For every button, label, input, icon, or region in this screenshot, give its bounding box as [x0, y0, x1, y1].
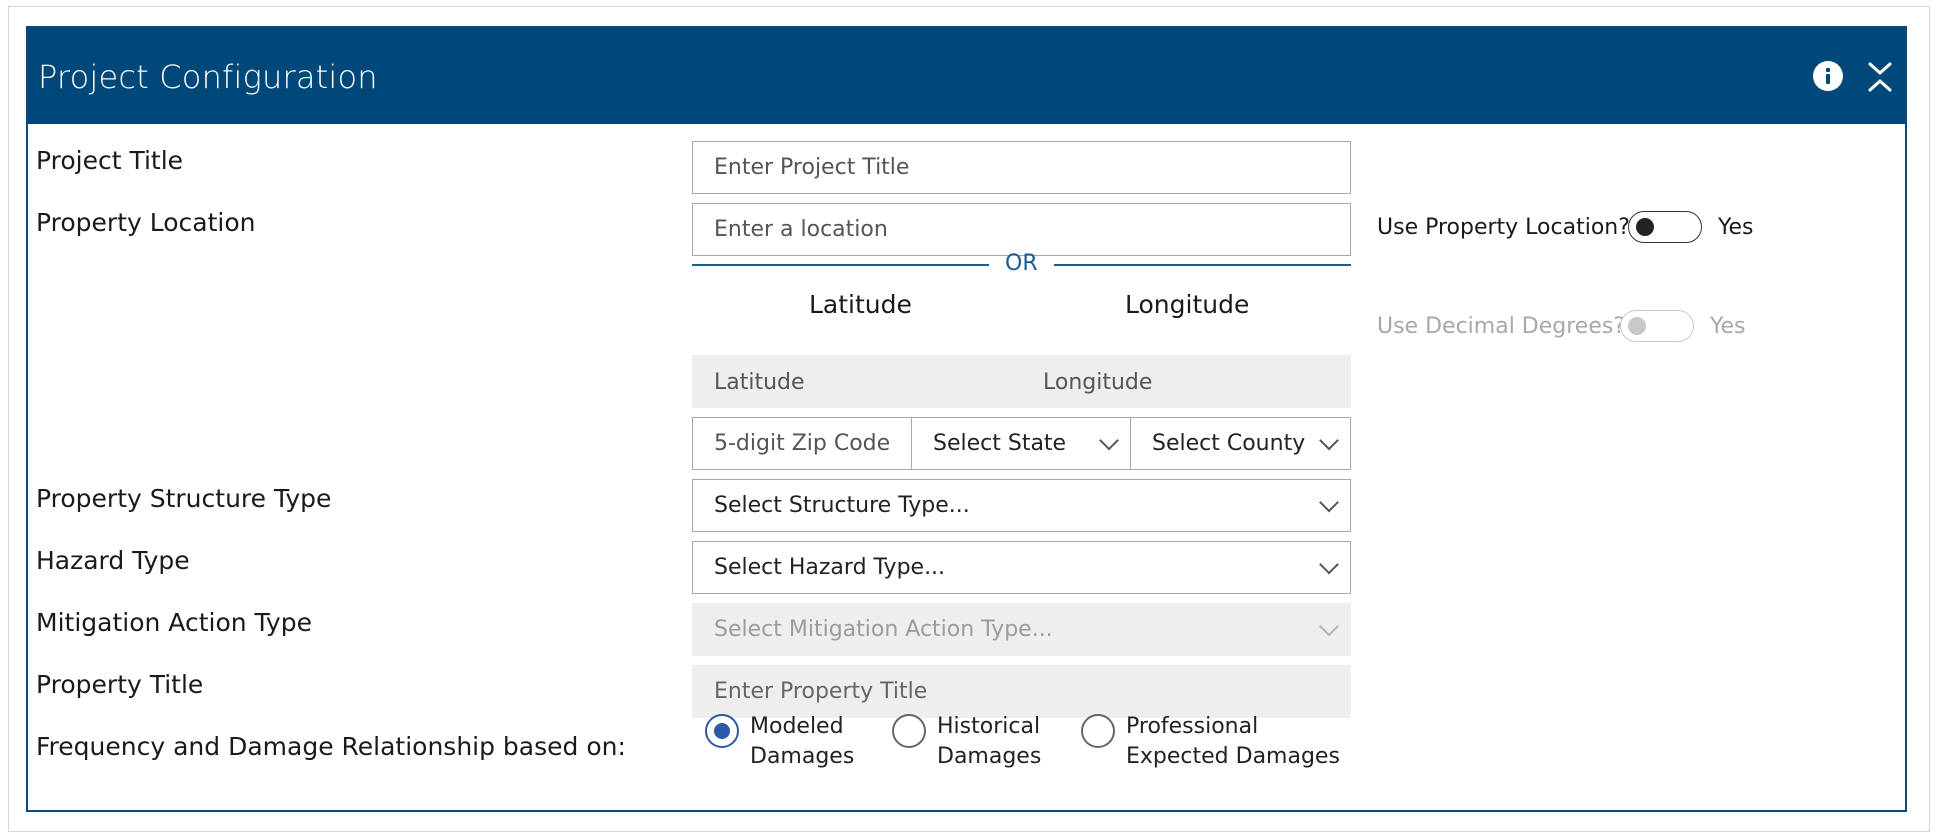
mitigation-action-type-value: Select Mitigation Action Type... [714, 617, 1053, 642]
property-location-input[interactable]: Enter a location [692, 203, 1351, 256]
structure-type-label: Property Structure Type [36, 484, 332, 513]
hazard-type-label: Hazard Type [36, 546, 190, 575]
coordinates-bar: Latitude Longitude [692, 355, 1351, 408]
radio-professional-expected-damages[interactable] [1081, 714, 1115, 748]
project-title-label: Project Title [36, 146, 184, 175]
toggle-knob [1636, 218, 1654, 236]
radio-professional-line1: Professional [1126, 714, 1259, 739]
radio-historical-line2: Damages [937, 744, 1042, 769]
radio-historical-damages-label[interactable]: Historical Damages [937, 712, 1041, 772]
state-select[interactable]: Select State [911, 417, 1131, 470]
chevron-down-icon [1319, 430, 1339, 450]
property-title-input[interactable]: Enter Property Title [692, 665, 1351, 718]
structure-type-select[interactable]: Select Structure Type... [692, 479, 1351, 532]
state-select-value: Select State [933, 431, 1067, 456]
county-select-value: Select County [1152, 431, 1306, 456]
or-divider-line-left [692, 264, 989, 266]
or-divider-line-right [1054, 264, 1351, 266]
use-property-location-label: Use Property Location? [1377, 215, 1630, 240]
use-decimal-degrees-toggle[interactable] [1620, 310, 1694, 342]
property-location-label: Property Location [36, 208, 256, 237]
hazard-type-select[interactable]: Select Hazard Type... [692, 541, 1351, 594]
dialog-header: Project Configuration [28, 28, 1905, 124]
dialog-title: Project Configuration [38, 58, 378, 96]
radio-historical-damages[interactable] [892, 714, 926, 748]
longitude-input[interactable]: Longitude [1043, 370, 1152, 395]
or-divider-text: OR [1005, 251, 1038, 276]
project-title-input[interactable]: Enter Project Title [692, 141, 1351, 194]
use-decimal-degrees-state: Yes [1710, 314, 1746, 339]
radio-historical-line1: Historical [937, 714, 1041, 739]
county-select[interactable]: Select County [1130, 417, 1351, 470]
latitude-input[interactable]: Latitude [714, 370, 805, 395]
use-property-location-toggle[interactable] [1628, 211, 1702, 243]
chevron-down-icon [1099, 430, 1119, 450]
hazard-type-value: Select Hazard Type... [714, 555, 946, 580]
use-property-location-state: Yes [1718, 215, 1754, 240]
radio-professional-line2: Expected Damages [1126, 744, 1340, 769]
radio-modeled-damages[interactable] [705, 714, 739, 748]
mitigation-action-type-label: Mitigation Action Type [36, 608, 312, 637]
mitigation-action-type-select[interactable]: Select Mitigation Action Type... [692, 603, 1351, 656]
radio-modeled-line2: Damages [750, 744, 855, 769]
radio-modeled-line1: Modeled [750, 714, 844, 739]
chevron-down-icon [1319, 616, 1339, 636]
chevron-down-icon [1319, 554, 1339, 574]
chevron-down-icon [1319, 492, 1339, 512]
info-icon[interactable] [1813, 61, 1843, 91]
radio-professional-expected-damages-label[interactable]: Professional Expected Damages [1126, 712, 1340, 772]
property-title-label: Property Title [36, 670, 204, 699]
collapse-icon[interactable] [1866, 60, 1894, 94]
zip-code-input[interactable]: 5-digit Zip Code [692, 417, 912, 470]
use-decimal-degrees-label: Use Decimal Degrees? [1377, 314, 1626, 339]
radio-modeled-damages-label[interactable]: Modeled Damages [750, 712, 854, 772]
frequency-damage-label: Frequency and Damage Relationship based … [36, 732, 626, 761]
latitude-heading: Latitude [809, 290, 912, 319]
longitude-heading: Longitude [1125, 290, 1250, 319]
structure-type-value: Select Structure Type... [714, 493, 970, 518]
toggle-knob [1628, 317, 1646, 335]
